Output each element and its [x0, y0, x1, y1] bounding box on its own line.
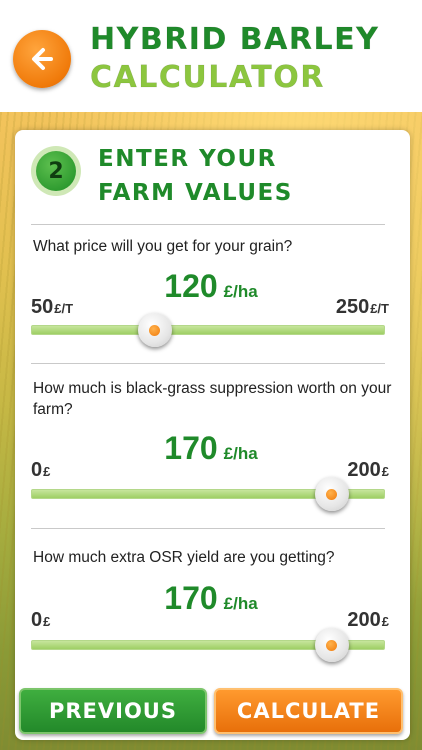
slider-thumb-dot	[326, 639, 338, 651]
grain-price-slider-track[interactable]	[31, 325, 385, 335]
grain-price-slider-thumb[interactable]	[137, 313, 172, 347]
blackgrass-unit: £/ha	[223, 444, 258, 463]
blackgrass-min: 0£	[31, 459, 50, 482]
blackgrass-max-value: 200	[347, 459, 381, 481]
arrow-left-icon	[32, 48, 53, 70]
slider-thumb-dot	[326, 488, 338, 500]
osr-yield-min-value: 0	[31, 609, 43, 631]
step-title-line2: FARM VALUES	[98, 180, 293, 206]
previous-button[interactable]: PREVIOUS	[19, 688, 207, 734]
grain-price-max-value: 250	[335, 296, 370, 318]
osr-yield-slider-thumb[interactable]	[314, 628, 349, 662]
app-title-line1: HYBRID BARLEY	[90, 22, 380, 58]
back-button[interactable]	[13, 30, 71, 88]
grain-price-question: What price will you get for your grain?	[33, 238, 293, 255]
osr-yield-unit: £/ha	[223, 594, 258, 613]
grain-price-unit: £/ha	[223, 282, 258, 301]
blackgrass-min-value: 0	[31, 459, 43, 481]
step-number: 2	[36, 151, 76, 191]
blackgrass-number: 170	[164, 430, 218, 466]
osr-yield-max-unit: £	[381, 614, 389, 629]
step-badge: 2	[31, 146, 81, 196]
blackgrass-slider-thumb[interactable]	[314, 477, 349, 511]
slider-thumb-dot	[149, 324, 161, 336]
divider	[31, 224, 385, 225]
app-header: HYBRID BARLEY CALCULATOR	[0, 0, 422, 112]
step-title-line1: ENTER YOUR	[98, 146, 277, 172]
grain-price-min-value: 50	[31, 296, 54, 318]
grain-price-number: 120	[164, 268, 218, 304]
osr-yield-max-value: 200	[347, 609, 381, 631]
blackgrass-max-unit: £	[381, 464, 389, 479]
blackgrass-question: How much is black-grass suppression wort…	[33, 380, 392, 418]
osr-yield-min: 0£	[31, 609, 50, 632]
osr-yield-number: 170	[164, 580, 218, 616]
blackgrass-min-unit: £	[43, 464, 51, 479]
divider	[31, 528, 385, 529]
grain-price-min-unit: £/T	[54, 301, 74, 316]
calculate-button[interactable]: CALCULATE	[214, 688, 403, 734]
osr-yield-max: 200£	[347, 609, 389, 632]
grain-price-max: 250£/T	[336, 296, 389, 319]
divider	[31, 363, 385, 364]
osr-yield-min-unit: £	[43, 614, 51, 629]
osr-yield-question: How much extra OSR yield are you getting…	[33, 549, 335, 566]
app-title-line2: CALCULATOR	[90, 60, 325, 96]
blackgrass-max: 200£	[347, 459, 389, 482]
grain-price-max-unit: £/T	[370, 301, 389, 316]
grain-price-min: 50£/T	[31, 296, 73, 319]
